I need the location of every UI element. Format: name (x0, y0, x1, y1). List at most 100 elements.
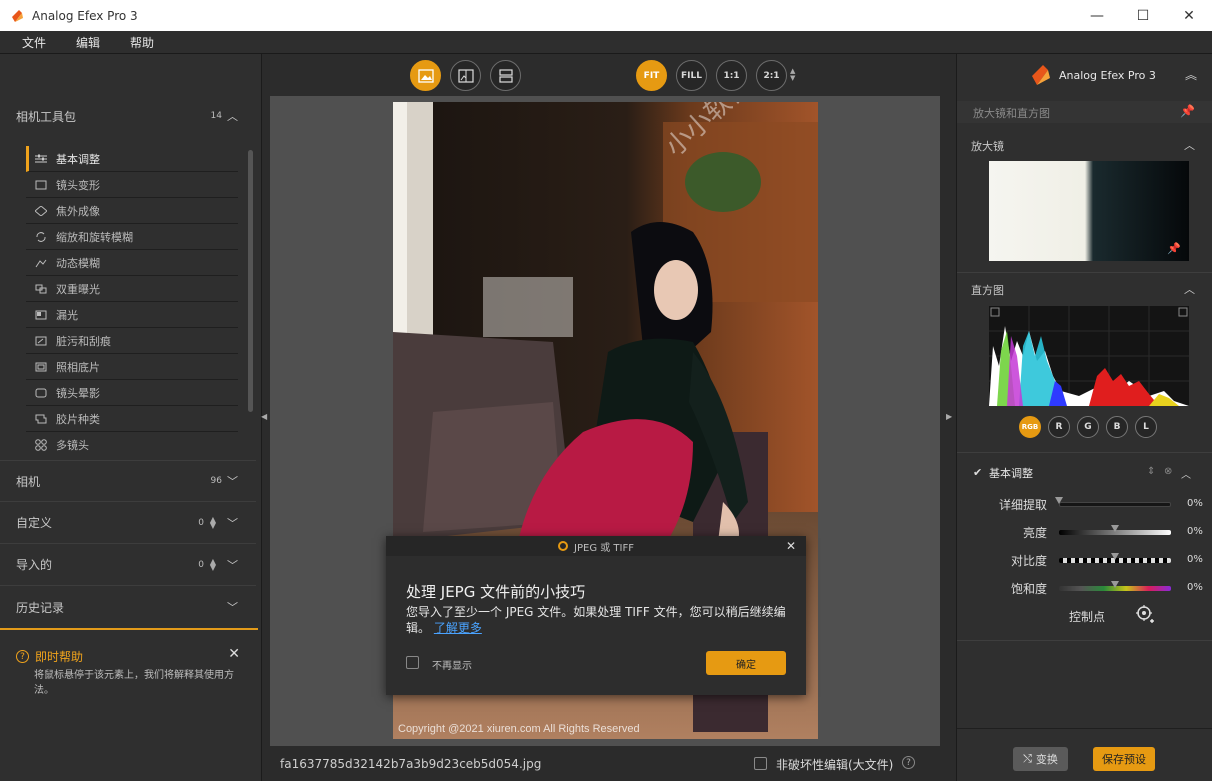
learn-more-link[interactable]: 了解更多 (434, 621, 482, 635)
histogram (989, 306, 1189, 406)
reorder-icon[interactable]: ⇕ (1147, 466, 1155, 477)
section-custom[interactable]: 自定义 0 ▲ ▼ ﹀ (0, 502, 256, 544)
collapse-up-icon[interactable]: ︽ (1185, 66, 1197, 83)
tool-item-film-plate[interactable]: 照相底片 (26, 354, 238, 380)
app-logo-icon (12, 9, 23, 22)
zoom-1-1-button[interactable]: 1:1 (716, 60, 747, 91)
vignette-icon (34, 387, 48, 399)
collapse-left-icon[interactable]: ◀ (261, 412, 267, 421)
tool-label: 缩放和旋转模糊 (56, 230, 133, 244)
zoom-fill-button[interactable]: FILL (676, 60, 707, 91)
pin-icon[interactable]: 📌 (1180, 104, 1195, 118)
dirt-scratches-icon (34, 335, 48, 347)
loupe-view[interactable]: 📌 (989, 161, 1189, 261)
section-history[interactable]: 历史记录 ﹀ (0, 586, 256, 628)
chevron-down-icon[interactable]: ﹀ (227, 473, 238, 489)
slider-saturation[interactable]: 饱和度 0% (957, 574, 1212, 602)
tool-item-film-type[interactable]: 胶片种类 (26, 406, 238, 432)
tool-item-multi-lens[interactable]: 多镜头 (26, 432, 238, 458)
sort-updown-icon[interactable]: ▲ ▼ (210, 515, 216, 529)
tool-item-double-exposure[interactable]: 双重曝光 (26, 276, 238, 302)
channel-rgb-button[interactable]: RGB (1019, 416, 1041, 438)
ok-button[interactable]: 确定 (706, 651, 786, 675)
save-preset-button[interactable]: 保存预设 (1093, 747, 1155, 771)
channel-r-button[interactable]: R (1048, 416, 1070, 438)
chevron-up-icon[interactable]: ︿ (227, 108, 238, 124)
left-scrollbar[interactable] (248, 150, 253, 412)
tool-item-light-leak[interactable]: 漏光 (26, 302, 238, 328)
close-button[interactable]: ✕ (1166, 0, 1212, 31)
dialog-close-icon[interactable]: ✕ (786, 539, 796, 553)
slider-contrast[interactable]: 对比度 0% (957, 546, 1212, 574)
single-view-button[interactable] (410, 60, 441, 91)
dialog-logo-icon (558, 541, 569, 551)
close-icon[interactable]: ✕ (228, 646, 240, 662)
lens-distortion-icon (34, 179, 48, 191)
tool-item-vignette[interactable]: 镜头晕影 (26, 380, 238, 406)
zoom-stepper-icon[interactable]: ▲ ▼ (790, 68, 795, 82)
dont-show-checkbox[interactable] (406, 656, 419, 669)
brand-header: Analog Efex Pro 3 ︽ (957, 54, 1212, 98)
zoom-2-1-button[interactable]: 2:1 (756, 60, 787, 91)
histogram-header[interactable]: 直方图 ︿ (957, 278, 1212, 300)
slider-thumb[interactable] (1055, 497, 1063, 504)
section-camera[interactable]: 相机 96 ﹀ (0, 460, 256, 502)
tool-label: 双重曝光 (56, 282, 100, 296)
loupe-header[interactable]: 放大镜 ︿ (957, 134, 1212, 156)
split-view-button[interactable] (450, 60, 481, 91)
dialog-body: 您导入了至少一个 JPEG 文件。如果处理 TIFF 文件，您可以稍后继续编辑。… (406, 604, 791, 636)
menu-help[interactable]: 帮助 (130, 34, 154, 51)
basic-adjust-label: 基本调整 (989, 467, 1033, 480)
slider-brightness[interactable]: 亮度 0% (957, 518, 1212, 546)
channel-g-button[interactable]: G (1077, 416, 1099, 438)
tool-item-bokeh[interactable]: 焦外成像 (26, 198, 238, 224)
tool-item-motion-blur[interactable]: 动态模糊 (26, 250, 238, 276)
single-view-icon (417, 68, 434, 83)
slider-label: 饱和度 (1010, 582, 1047, 596)
slider-thumb[interactable] (1111, 581, 1119, 588)
tool-item-dirt-scratches[interactable]: 脏污和刮痕 (26, 328, 238, 354)
basic-adjust-header[interactable]: ✔ 基本调整 ⇕ ⊗ ︿ (957, 458, 1212, 486)
chevron-down-icon[interactable]: ﹀ (227, 515, 238, 531)
section-imported[interactable]: 导入的 0 ▲ ▼ ﹀ (0, 544, 256, 586)
slider-label: 亮度 (1022, 526, 1047, 540)
chevron-up-icon[interactable]: ︿ (1184, 281, 1195, 297)
side-by-side-button[interactable] (490, 60, 521, 91)
chevron-up-icon[interactable]: ︿ (1184, 137, 1195, 153)
slider-thumb[interactable] (1111, 553, 1119, 560)
section-label: 自定义 (16, 516, 53, 530)
tool-label: 焦外成像 (56, 204, 100, 218)
tool-label: 镜头晕影 (56, 386, 100, 400)
section-label: 相机 (16, 474, 41, 489)
maximize-button[interactable]: ☐ (1120, 0, 1166, 31)
chevron-down-icon[interactable]: ﹀ (227, 557, 238, 573)
minimize-button[interactable]: — (1074, 0, 1120, 31)
slider-value: 0% (1187, 582, 1203, 593)
slider-detail[interactable]: 详细提取 0% (957, 490, 1212, 518)
channel-b-button[interactable]: B (1106, 416, 1128, 438)
menu-edit[interactable]: 编辑 (76, 34, 100, 51)
tool-item-basic[interactable]: 基本调整 (26, 146, 238, 172)
channel-l-button[interactable]: L (1135, 416, 1157, 438)
swap-button[interactable]: ⤭ 变换 (1013, 747, 1068, 771)
dont-show-label: 不再显示 (432, 661, 472, 672)
add-control-point-icon[interactable] (1135, 604, 1155, 624)
remove-filter-icon[interactable]: ⊗ (1164, 466, 1172, 477)
chevron-up-icon[interactable]: ︿ (1181, 466, 1191, 481)
slider-thumb[interactable] (1111, 525, 1119, 532)
slider-track[interactable] (1059, 502, 1171, 507)
tool-item-rotate-blur[interactable]: 缩放和旋转模糊 (26, 224, 238, 250)
chevron-down-icon[interactable]: ﹀ (227, 599, 238, 615)
collapse-right-icon[interactable]: ▶ (946, 412, 952, 421)
zoom-fit-button[interactable]: FIT (636, 60, 667, 91)
menu-file[interactable]: 文件 (22, 34, 46, 51)
help-icon[interactable]: ? (902, 756, 915, 769)
loupe-pin-icon[interactable]: 📌 (1167, 242, 1181, 255)
non-destructive-checkbox[interactable] (754, 757, 767, 770)
divider (957, 640, 1212, 641)
sort-updown-icon[interactable]: ▲ ▼ (210, 557, 216, 571)
enable-checkmark-icon[interactable]: ✔ (973, 466, 982, 479)
section-camera-kit[interactable]: 相机工具包 14 ︿ (0, 96, 256, 136)
tool-item-lens-distortion[interactable]: 镜头变形 (26, 172, 238, 198)
view-toolbar: FIT FILL 1:1 2:1 ▲ ▼ (270, 54, 940, 96)
